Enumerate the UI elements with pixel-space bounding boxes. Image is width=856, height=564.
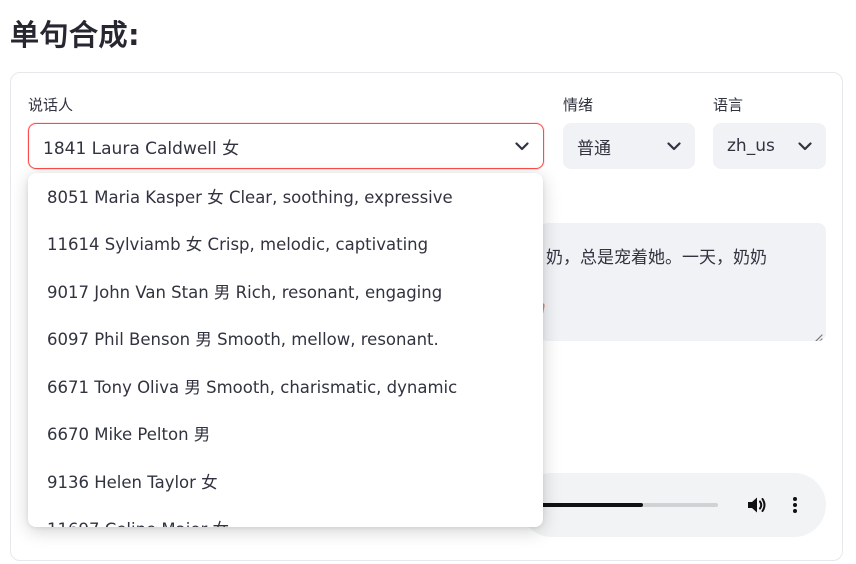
language-label: 语言 [713,96,744,114]
emotion-selected-value: 普通 [577,138,611,159]
volume-icon[interactable] [745,493,769,517]
text-input-value: 奶，总是宠着她。一天，奶奶 [546,248,767,268]
audio-player [520,473,826,537]
chevron-down-icon [515,139,529,153]
dropdown-option[interactable]: 9017 John Van Stan 男 Rich, resonant, eng… [28,267,543,315]
dropdown-option[interactable]: 11697 Celine Major 女 [28,505,543,527]
language-select[interactable]: zh_us [713,123,826,169]
audio-progress-fill [540,503,644,507]
speaker-selected-value: 1841 Laura Caldwell 女 [43,138,240,159]
speaker-dropdown-menu: 8051 Maria Kasper 女 Clear, soothing, exp… [28,173,543,527]
chevron-down-icon [667,139,681,153]
page: 单句合成: 说话人 1841 Laura Caldwell 女 情绪 普通 语言… [0,0,856,564]
audio-progress-bar[interactable] [540,503,718,507]
speaker-select[interactable]: 1841 Laura Caldwell 女 [28,123,544,169]
dropdown-option[interactable]: 6670 Mike Pelton 男 [28,410,543,458]
dropdown-option[interactable]: 6671 Tony Oliva 男 Smooth, charismatic, d… [28,362,543,410]
emotion-label: 情绪 [563,96,594,114]
more-vertical-icon[interactable] [783,493,807,517]
speaker-label: 说话人 [28,96,74,114]
dropdown-option[interactable]: 6097 Phil Benson 男 Smooth, mellow, reson… [28,315,543,363]
page-title: 单句合成: [10,18,141,52]
resize-handle-icon[interactable] [813,328,823,341]
text-input[interactable]: 奶，总是宠着她。一天，奶奶 [540,223,826,341]
language-selected-value: zh_us [727,136,775,156]
dropdown-option[interactable]: 8051 Maria Kasper 女 Clear, soothing, exp… [28,173,543,220]
dropdown-option[interactable]: 11614 Sylviamb 女 Crisp, melodic, captiva… [28,220,543,268]
chevron-down-icon [798,139,812,153]
dropdown-option[interactable]: 9136 Helen Taylor 女 [28,457,543,505]
emotion-select[interactable]: 普通 [563,123,695,169]
